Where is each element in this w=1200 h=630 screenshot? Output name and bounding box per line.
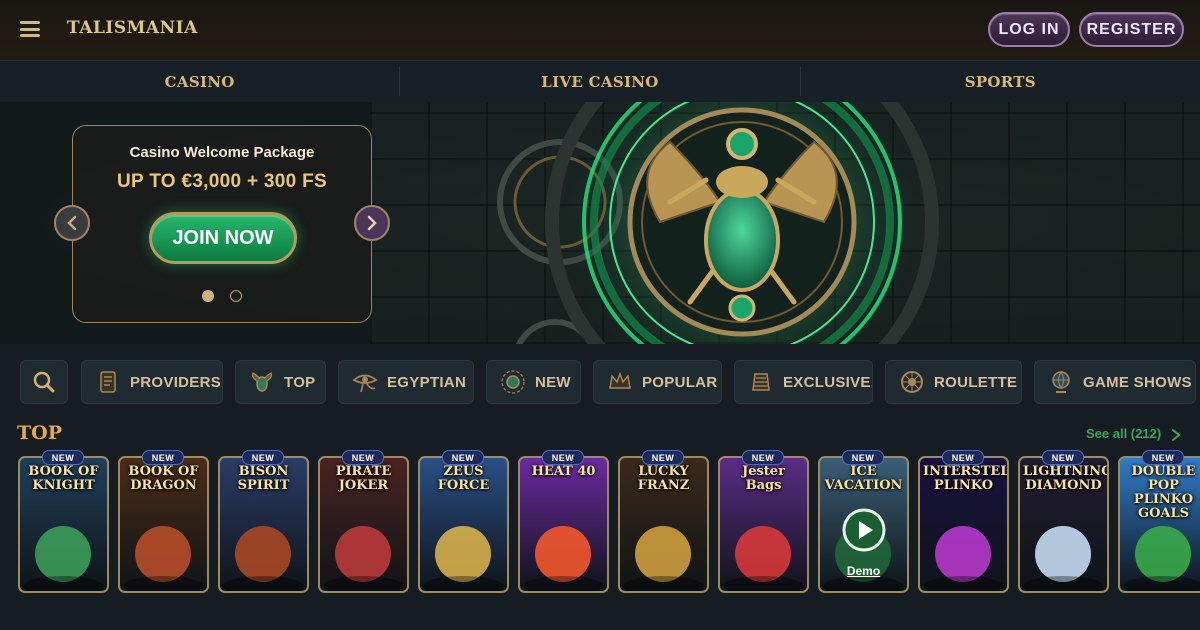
game-tile[interactable]: PIRATE JOKER (318, 456, 409, 593)
game-tile[interactable]: DOUBLE POP PLINKO GOALS (1118, 456, 1200, 593)
game-artwork (723, 526, 803, 591)
new-badge: NEW (542, 450, 584, 465)
new-badge: NEW (742, 450, 784, 465)
category-label: ROULETTE (934, 373, 1018, 391)
game-title: INTERSTELLAR PLINKO (923, 464, 1009, 493)
carousel-dot-active[interactable] (202, 290, 214, 302)
category-label: EGYPTIAN (387, 373, 467, 391)
nav-sports[interactable]: SPORTS (801, 61, 1200, 102)
hero-banner: Casino Welcome Package UP TO €3,000 + 30… (0, 102, 1200, 344)
new-badge: NEW (142, 450, 184, 465)
scarab-icon (251, 372, 273, 392)
sun-disc-icon (501, 370, 525, 394)
new-badge: NEW (342, 450, 384, 465)
carousel-dot[interactable] (230, 290, 242, 302)
chevron-left-icon (67, 215, 77, 231)
category-exclusive[interactable]: EXCLUSIVE (734, 360, 873, 404)
game-tile[interactable]: ZEUS FORCE (418, 456, 509, 593)
new-badge: NEW (942, 450, 984, 465)
game-artwork (123, 526, 203, 591)
game-artwork (23, 526, 103, 591)
game-artwork (623, 526, 703, 591)
menu-icon[interactable] (20, 21, 40, 37)
category-egyptian[interactable]: EGYPTIAN (338, 360, 474, 404)
section-title-top: TOP (17, 422, 62, 444)
category-roulette[interactable]: ROULETTE (885, 360, 1022, 404)
game-tile[interactable]: BISON SPIRIT (218, 456, 309, 593)
pharaoh-icon (752, 373, 770, 391)
category-label: GAME SHOWS (1083, 373, 1192, 391)
brand-logo[interactable]: TALISMANIA (67, 18, 198, 38)
game-tile[interactable]: HEAT 40 (518, 456, 609, 593)
game-tile[interactable]: INTERSTELLAR PLINKO (918, 456, 1009, 593)
new-badge: NEW (842, 450, 884, 465)
game-artwork (1023, 526, 1103, 591)
globe-icon (1052, 371, 1070, 393)
play-icon[interactable] (842, 508, 886, 552)
game-title: ICE VACATION (824, 464, 903, 493)
search-icon (33, 371, 55, 393)
main-nav: CASINO LIVE CASINO SPORTS (0, 60, 1200, 102)
join-now-button[interactable]: JOIN NOW (149, 212, 297, 264)
new-badge: NEW (1042, 450, 1084, 465)
top-header: TALISMANIA LOG IN REGISTER (0, 0, 1200, 60)
game-artwork (223, 526, 303, 591)
login-button[interactable]: LOG IN (988, 12, 1070, 47)
promo-offer: UP TO €3,000 + 300 FS (117, 171, 327, 192)
game-title: BISON SPIRIT (237, 464, 290, 493)
game-title: HEAT 40 (531, 464, 596, 479)
category-providers[interactable]: PROVIDERS (81, 360, 223, 404)
game-title: LIGHTNING DIAMOND (1023, 464, 1109, 493)
scroll-icon (100, 371, 116, 393)
category-label: PROVIDERS (130, 373, 222, 391)
game-tile[interactable]: LUCKY FRANZ (618, 456, 709, 593)
game-artwork (423, 526, 503, 591)
nav-live-casino[interactable]: LIVE CASINO (400, 61, 799, 102)
eye-of-horus-icon (352, 374, 378, 393)
crown-icon (609, 371, 631, 389)
game-tile[interactable]: LIGHTNING DIAMOND (1018, 456, 1109, 593)
new-badge: NEW (42, 450, 84, 465)
promo-title: Casino Welcome Package (129, 144, 315, 161)
demo-link[interactable]: Demo (820, 564, 907, 578)
carousel-next-button[interactable] (354, 205, 390, 241)
roulette-icon (901, 371, 923, 393)
category-new[interactable]: NEW (486, 360, 581, 404)
search-button[interactable] (20, 360, 68, 404)
game-tile[interactable]: Jester Bags (718, 456, 809, 593)
register-button[interactable]: REGISTER (1079, 12, 1184, 47)
scarab-medallion-art (497, 102, 939, 344)
carousel-prev-button[interactable] (54, 205, 90, 241)
game-title: PIRATE JOKER (335, 464, 392, 493)
game-artwork (323, 526, 403, 591)
category-popular[interactable]: POPULAR (593, 360, 722, 404)
category-bar: PROVIDERS TOP EGYPTIAN NEW POPULAR EXCLU… (0, 360, 1200, 404)
category-label: NEW (535, 373, 571, 391)
game-tile[interactable]: ICE VACATION Demo (818, 456, 909, 593)
game-tile[interactable]: BOOK OF DRAGON (118, 456, 209, 593)
chevron-right-icon[interactable] (1170, 428, 1182, 442)
game-title: LUCKY FRANZ (637, 464, 690, 493)
new-badge: NEW (1142, 450, 1184, 465)
game-artwork (1123, 526, 1200, 591)
category-label: TOP (284, 373, 316, 391)
new-badge: NEW (242, 450, 284, 465)
category-game-shows[interactable]: GAME SHOWS (1034, 360, 1196, 404)
category-label: EXCLUSIVE (783, 373, 871, 391)
see-all-link[interactable]: See all (212) (1086, 426, 1161, 441)
nav-casino[interactable]: CASINO (0, 61, 399, 102)
new-badge: NEW (442, 450, 484, 465)
new-badge: NEW (642, 450, 684, 465)
game-title: Jester Bags (742, 464, 785, 493)
game-title: BOOK OF DRAGON (128, 464, 199, 493)
game-title: ZEUS FORCE (437, 464, 490, 493)
chevron-right-icon (367, 215, 377, 231)
game-title: BOOK OF KNIGHT (28, 464, 99, 493)
category-label: POPULAR (642, 373, 718, 391)
game-tile[interactable]: BOOK OF KNIGHT (18, 456, 109, 593)
game-artwork (923, 526, 1003, 591)
game-artwork (523, 526, 603, 591)
welcome-promo-card: Casino Welcome Package UP TO €3,000 + 30… (72, 125, 372, 323)
category-top[interactable]: TOP (235, 360, 326, 404)
